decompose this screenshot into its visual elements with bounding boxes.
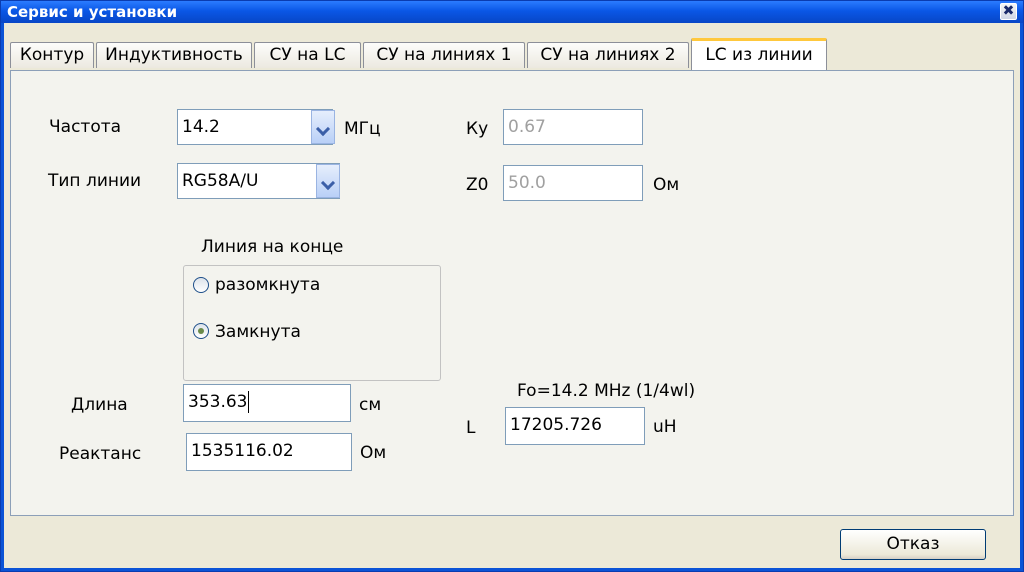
length-unit: см [359, 395, 382, 415]
l-unit: uH [653, 417, 677, 437]
l-field[interactable]: 17205.726 [505, 407, 645, 445]
text-cursor [248, 391, 250, 413]
cancel-button[interactable]: Отказ [840, 529, 986, 560]
tab-inductance[interactable]: Индуктивность [96, 42, 252, 68]
radio-closed[interactable] [193, 323, 209, 339]
length-field[interactable]: 353.63 [183, 384, 351, 422]
ky-label: Ку [466, 119, 489, 139]
line-type-value: RG58A/U [182, 171, 259, 191]
title-bar[interactable]: Сервис и установки ✖ [1, 1, 1023, 23]
radio-open-label[interactable]: разомкнута [215, 275, 320, 295]
reactance-label: Реактанс [59, 444, 142, 464]
tab-panel-lc-from-line: Частота 14.2 МГц Тип линии RG58A/U Ку 0.… [10, 70, 1014, 516]
length-value: 353.63 [188, 392, 248, 412]
close-icon[interactable]: ✖ [1000, 3, 1017, 20]
frequency-value: 14.2 [182, 117, 220, 137]
line-type-label: Тип линии [48, 171, 142, 191]
button-bar: Отказ [10, 516, 1014, 568]
z0-label: Z0 [466, 175, 489, 195]
l-label: L [466, 418, 476, 438]
radio-closed-label[interactable]: Замкнута [215, 322, 301, 342]
line-end-group-title: Линия на конце [199, 237, 346, 257]
reactance-field[interactable]: 1535116.02 [186, 433, 352, 471]
tab-su-lines-1[interactable]: СУ на линиях 1 [363, 42, 525, 68]
frequency-dropdown-chevron-down-icon[interactable] [311, 110, 335, 144]
ky-field[interactable]: 0.67 [503, 109, 643, 145]
z0-unit: Ом [653, 175, 680, 195]
radio-open[interactable] [193, 277, 209, 293]
reactance-unit: Ом [360, 443, 387, 463]
z0-field[interactable]: 50.0 [503, 165, 643, 201]
frequency-label: Частота [49, 117, 122, 137]
frequency-unit: МГц [344, 119, 381, 139]
fo-info-text: Fo=14.2 MHz (1/4wl) [517, 381, 696, 401]
window-title: Сервис и установки [7, 3, 178, 21]
dialog-window: Сервис и установки ✖ Контур Индуктивност… [0, 0, 1024, 572]
tab-su-lc[interactable]: СУ на LC [254, 42, 361, 68]
frequency-combo[interactable]: 14.2 [177, 109, 333, 145]
tab-lc-from-line[interactable]: LC из линии [691, 38, 827, 70]
length-label: Длина [71, 395, 128, 415]
line-type-dropdown-chevron-down-icon[interactable] [316, 164, 340, 198]
tab-su-lines-2[interactable]: СУ на линиях 2 [527, 42, 689, 68]
tab-kontur[interactable]: Контур [10, 42, 94, 68]
dialog-client-area: Контур Индуктивность СУ на LC СУ на лини… [4, 23, 1020, 568]
